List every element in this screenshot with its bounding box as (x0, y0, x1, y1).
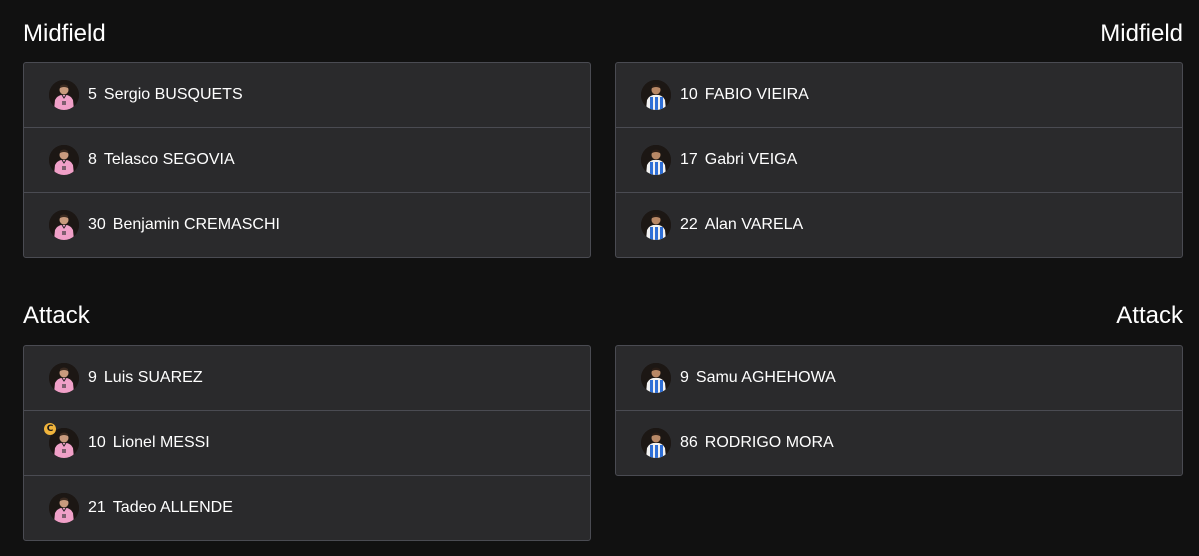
player-photo-blue-white-kit-icon (641, 363, 671, 393)
player-row[interactable]: C 10 Lionel MESSI (24, 411, 590, 476)
player-link[interactable]: 30 Benjamin CREMASCHI (88, 193, 280, 257)
player-link[interactable]: 17 Gabri VEIGA (680, 128, 797, 192)
player-number: 10 (88, 434, 106, 451)
player-number: 8 (88, 151, 97, 168)
player-photo-pink-kit-icon (49, 145, 79, 175)
home-midfield-title: Midfield (23, 20, 106, 47)
away-midfield-card: 10 FABIO VIEIRA 17 Gabri VEIGA 22 Alan VARE… (615, 62, 1183, 258)
player-row[interactable]: 9 Luis SUAREZ (24, 346, 590, 411)
player-link[interactable]: 5 Sergio BUSQUETS (88, 63, 243, 127)
player-row[interactable]: 5 Sergio BUSQUETS (24, 63, 590, 128)
player-name: Alan VARELA (704, 216, 804, 233)
player-photo-pink-kit-icon (49, 210, 79, 240)
player-photo-pink-kit-icon (49, 493, 79, 523)
player-photo-blue-white-kit-icon (641, 428, 671, 458)
player-link[interactable]: 86 RODRIGO MORA (680, 411, 834, 475)
player-number: 10 (680, 86, 698, 103)
away-midfield-title: Midfield (1100, 20, 1183, 47)
player-link[interactable]: 22 Alan VARELA (680, 193, 803, 257)
player-name: RODRIGO MORA (704, 434, 834, 451)
player-row[interactable]: 10 FABIO VIEIRA (616, 63, 1182, 128)
player-row[interactable]: 8 Telasco SEGOVIA (24, 128, 590, 193)
player-name: Tadeo ALLENDE (112, 499, 233, 516)
away-attack-card: 9 Samu AGHEHOWA 86 RODRIGO MORA (615, 345, 1183, 476)
player-row[interactable]: 21 Tadeo ALLENDE (24, 476, 590, 540)
player-row[interactable]: 9 Samu AGHEHOWA (616, 346, 1182, 411)
player-photo-pink-kit-icon (49, 363, 79, 393)
player-link[interactable]: 10 FABIO VIEIRA (680, 63, 809, 127)
captain-badge-icon: C (44, 423, 56, 435)
player-number: 9 (88, 369, 97, 386)
home-attack-card: 9 Luis SUAREZ C 10 Lionel MESSI 21 Tadeo AL… (23, 345, 591, 541)
away-attack-title: Attack (1116, 302, 1183, 329)
player-number: 5 (88, 86, 97, 103)
player-number: 17 (680, 151, 698, 168)
player-number: 21 (88, 499, 106, 516)
player-name: FABIO VIEIRA (704, 86, 809, 103)
player-row[interactable]: 86 RODRIGO MORA (616, 411, 1182, 475)
player-name: Lionel MESSI (112, 434, 210, 451)
player-number: 9 (680, 369, 689, 386)
player-name: Benjamin CREMASCHI (112, 216, 280, 233)
player-photo-blue-white-kit-icon (641, 210, 671, 240)
player-name: Gabri VEIGA (704, 151, 798, 168)
home-midfield-card: 5 Sergio BUSQUETS 8 Telasco SEGOVIA 30 Benj… (23, 62, 591, 258)
player-link[interactable]: 9 Luis SUAREZ (88, 346, 203, 410)
player-link[interactable]: 21 Tadeo ALLENDE (88, 476, 233, 540)
player-name: Telasco SEGOVIA (103, 151, 235, 168)
player-link[interactable]: 9 Samu AGHEHOWA (680, 346, 836, 410)
player-number: 30 (88, 216, 106, 233)
player-photo-blue-white-kit-icon (641, 145, 671, 175)
home-attack-title: Attack (23, 302, 90, 329)
player-photo-blue-white-kit-icon (641, 80, 671, 110)
player-row[interactable]: 22 Alan VARELA (616, 193, 1182, 257)
player-photo-pink-kit-icon (49, 80, 79, 110)
player-link[interactable]: 10 Lionel MESSI (88, 411, 210, 475)
player-number: 22 (680, 216, 698, 233)
player-name: Luis SUAREZ (103, 369, 203, 386)
player-link[interactable]: 8 Telasco SEGOVIA (88, 128, 235, 192)
player-row[interactable]: 30 Benjamin CREMASCHI (24, 193, 590, 257)
player-name: Samu AGHEHOWA (695, 369, 836, 386)
player-row[interactable]: 17 Gabri VEIGA (616, 128, 1182, 193)
player-number: 86 (680, 434, 698, 451)
player-name: Sergio BUSQUETS (103, 86, 243, 103)
